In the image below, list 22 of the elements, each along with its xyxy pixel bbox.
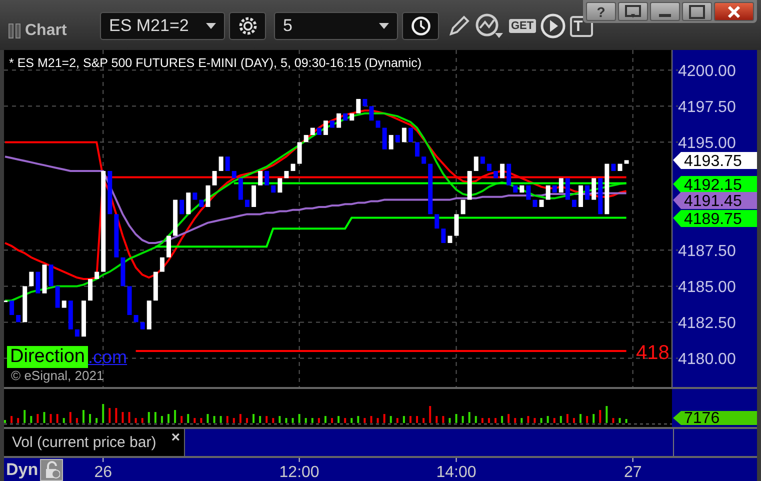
study-label: Vol (current price bar) <box>12 434 156 451</box>
copyright-text: © eSignal, 2021 <box>10 368 105 383</box>
axis-label: 4180.00 <box>678 351 736 368</box>
price-flag: 4193.75 <box>673 152 757 170</box>
time-label: 26 <box>94 464 112 481</box>
chart-header: * ES M21=2, S&P 500 FUTURES E-MINI (DAY), 5, 09:30-16:15 (Dynamic) <box>9 56 422 70</box>
axis-label: 4195.00 <box>678 135 736 152</box>
axis-label: 4185.00 <box>678 279 736 296</box>
axis-label: 4197.50 <box>678 99 736 116</box>
price-flag: 4191.45 <box>673 192 757 210</box>
time-label: 14:00 <box>436 464 476 481</box>
axis-label: 4182.50 <box>678 315 736 332</box>
axis-label: 4187.50 <box>678 243 736 260</box>
mode-label: Dyn <box>5 460 38 480</box>
axis-label: 4200.00 <box>678 63 736 80</box>
level-label: 418 <box>636 342 670 364</box>
price-flag: 4189.75 <box>673 210 757 228</box>
window-title: Chart <box>25 22 67 40</box>
time-label: 12:00 <box>279 464 320 481</box>
time-label: 27 <box>624 464 642 481</box>
volume-flag: 7176 <box>673 410 757 427</box>
direction-label: Direction <box>7 346 88 368</box>
